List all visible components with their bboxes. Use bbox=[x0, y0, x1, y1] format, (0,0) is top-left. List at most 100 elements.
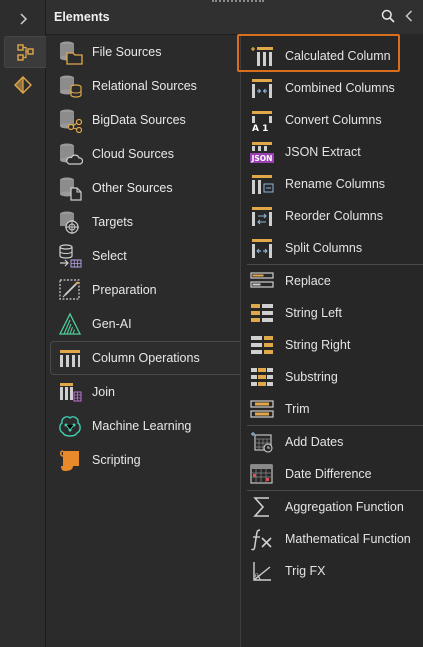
category-cloud-sources[interactable]: Cloud Sources bbox=[46, 137, 240, 171]
targets-icon bbox=[56, 208, 84, 236]
category-bigdata-sources[interactable]: BigData Sources bbox=[46, 103, 240, 137]
item-trig-fx[interactable]: θ Trig FX bbox=[241, 555, 423, 587]
expand-chevron-icon[interactable] bbox=[6, 4, 39, 34]
item-json-extract[interactable]: JSON JSON Extract bbox=[241, 136, 423, 168]
category-label: Gen-AI bbox=[92, 317, 132, 331]
string-right-icon bbox=[249, 332, 275, 358]
category-file-sources[interactable]: File Sources bbox=[46, 35, 240, 69]
category-label: File Sources bbox=[92, 45, 162, 59]
category-other-sources[interactable]: Other Sources bbox=[46, 171, 240, 205]
category-label: Select bbox=[92, 249, 127, 263]
svg-text:θ: θ bbox=[255, 573, 259, 580]
category-label: Preparation bbox=[92, 283, 157, 297]
item-trim[interactable]: Trim bbox=[241, 393, 423, 425]
column-operations-panel: Calculated Column Combined Columns A 1 C… bbox=[240, 34, 423, 647]
file-sources-icon bbox=[56, 38, 84, 66]
item-label: Mathematical Function bbox=[285, 532, 411, 546]
json-extract-icon: JSON bbox=[249, 139, 275, 165]
panel-title: Elements bbox=[54, 10, 110, 24]
calculated-column-icon bbox=[249, 43, 275, 69]
select-icon bbox=[56, 242, 84, 270]
item-label: Calculated Column bbox=[285, 49, 391, 63]
item-convert-columns[interactable]: A 1 Convert Columns bbox=[241, 104, 423, 136]
category-label: Machine Learning bbox=[92, 419, 192, 433]
trim-icon bbox=[249, 396, 275, 422]
date-difference-icon bbox=[249, 461, 275, 487]
left-rail bbox=[0, 0, 46, 647]
category-select[interactable]: Select bbox=[46, 239, 240, 273]
category-label: Join bbox=[92, 385, 115, 399]
search-icon[interactable] bbox=[381, 9, 395, 26]
a1-glyph: A 1 bbox=[252, 124, 268, 132]
category-targets[interactable]: Targets bbox=[46, 205, 240, 239]
item-label: Split Columns bbox=[285, 241, 363, 255]
split-columns-icon bbox=[249, 235, 275, 261]
string-left-icon bbox=[249, 300, 275, 326]
category-gen-ai[interactable]: Gen-AI bbox=[46, 307, 240, 341]
drag-handle[interactable] bbox=[212, 0, 264, 6]
category-column-operations[interactable]: Column Operations bbox=[50, 341, 241, 375]
item-label: Convert Columns bbox=[285, 113, 382, 127]
convert-columns-icon: A 1 bbox=[249, 107, 275, 133]
item-calculated-column[interactable]: Calculated Column bbox=[241, 40, 423, 72]
item-string-left[interactable]: String Left bbox=[241, 297, 423, 329]
item-reorder-columns[interactable]: Reorder Columns bbox=[241, 200, 423, 232]
item-label: Substring bbox=[285, 370, 338, 384]
category-preparation[interactable]: Preparation bbox=[46, 273, 240, 307]
category-list: File Sources Relational Sources BigData … bbox=[46, 35, 241, 477]
item-label: String Right bbox=[285, 338, 351, 352]
category-label: BigData Sources bbox=[92, 113, 186, 127]
trig-fx-icon: θ bbox=[249, 558, 275, 584]
item-label: String Left bbox=[285, 306, 342, 320]
item-replace[interactable]: Replace bbox=[241, 265, 423, 297]
item-label: Trig FX bbox=[285, 564, 326, 578]
item-label: Add Dates bbox=[285, 435, 344, 449]
category-label: Column Operations bbox=[92, 351, 200, 365]
combined-columns-icon bbox=[249, 75, 275, 101]
item-combined-columns[interactable]: Combined Columns bbox=[241, 72, 423, 104]
properties-tab-icon[interactable] bbox=[6, 70, 39, 100]
rename-columns-icon bbox=[249, 171, 275, 197]
elements-tab-icon[interactable] bbox=[4, 36, 46, 68]
category-scripting[interactable]: Scripting bbox=[46, 443, 240, 477]
gen-ai-icon bbox=[56, 310, 84, 338]
item-label: Reorder Columns bbox=[285, 209, 383, 223]
item-aggregation-function[interactable]: Aggregation Function bbox=[241, 491, 423, 523]
item-label: Rename Columns bbox=[285, 177, 386, 191]
item-label: Trim bbox=[285, 402, 310, 416]
item-label: Combined Columns bbox=[285, 81, 395, 95]
other-sources-icon bbox=[56, 174, 84, 202]
join-icon bbox=[56, 378, 84, 406]
item-split-columns[interactable]: Split Columns bbox=[241, 232, 423, 264]
reorder-columns-icon bbox=[249, 203, 275, 229]
preparation-icon bbox=[56, 276, 84, 304]
item-label: Aggregation Function bbox=[285, 500, 404, 514]
category-label: Other Sources bbox=[92, 181, 173, 195]
item-label: JSON Extract bbox=[285, 145, 361, 159]
category-relational-sources[interactable]: Relational Sources bbox=[46, 69, 240, 103]
machine-learning-icon bbox=[56, 412, 84, 440]
fx-icon bbox=[249, 526, 275, 552]
item-rename-columns[interactable]: Rename Columns bbox=[241, 168, 423, 200]
category-machine-learning[interactable]: Machine Learning bbox=[46, 409, 240, 443]
category-join[interactable]: Join bbox=[46, 375, 240, 409]
relational-sources-icon bbox=[56, 72, 84, 100]
category-label: Scripting bbox=[92, 453, 141, 467]
cloud-sources-icon bbox=[56, 140, 84, 168]
scripting-icon bbox=[56, 446, 84, 474]
item-add-dates[interactable]: Add Dates bbox=[241, 426, 423, 458]
collapse-chevron-icon[interactable] bbox=[405, 10, 413, 25]
column-operations-icon bbox=[56, 344, 84, 372]
item-date-difference[interactable]: Date Difference bbox=[241, 458, 423, 490]
item-mathematical-function[interactable]: Mathematical Function bbox=[241, 523, 423, 555]
item-label: Replace bbox=[285, 274, 331, 288]
item-substring[interactable]: Substring bbox=[241, 361, 423, 393]
json-badge-text: JSON bbox=[251, 154, 273, 163]
replace-icon bbox=[249, 268, 275, 294]
item-label: Date Difference bbox=[285, 467, 372, 481]
item-string-right[interactable]: String Right bbox=[241, 329, 423, 361]
category-label: Targets bbox=[92, 215, 133, 229]
substring-icon bbox=[249, 364, 275, 390]
category-label: Relational Sources bbox=[92, 79, 197, 93]
bigdata-sources-icon bbox=[56, 106, 84, 134]
